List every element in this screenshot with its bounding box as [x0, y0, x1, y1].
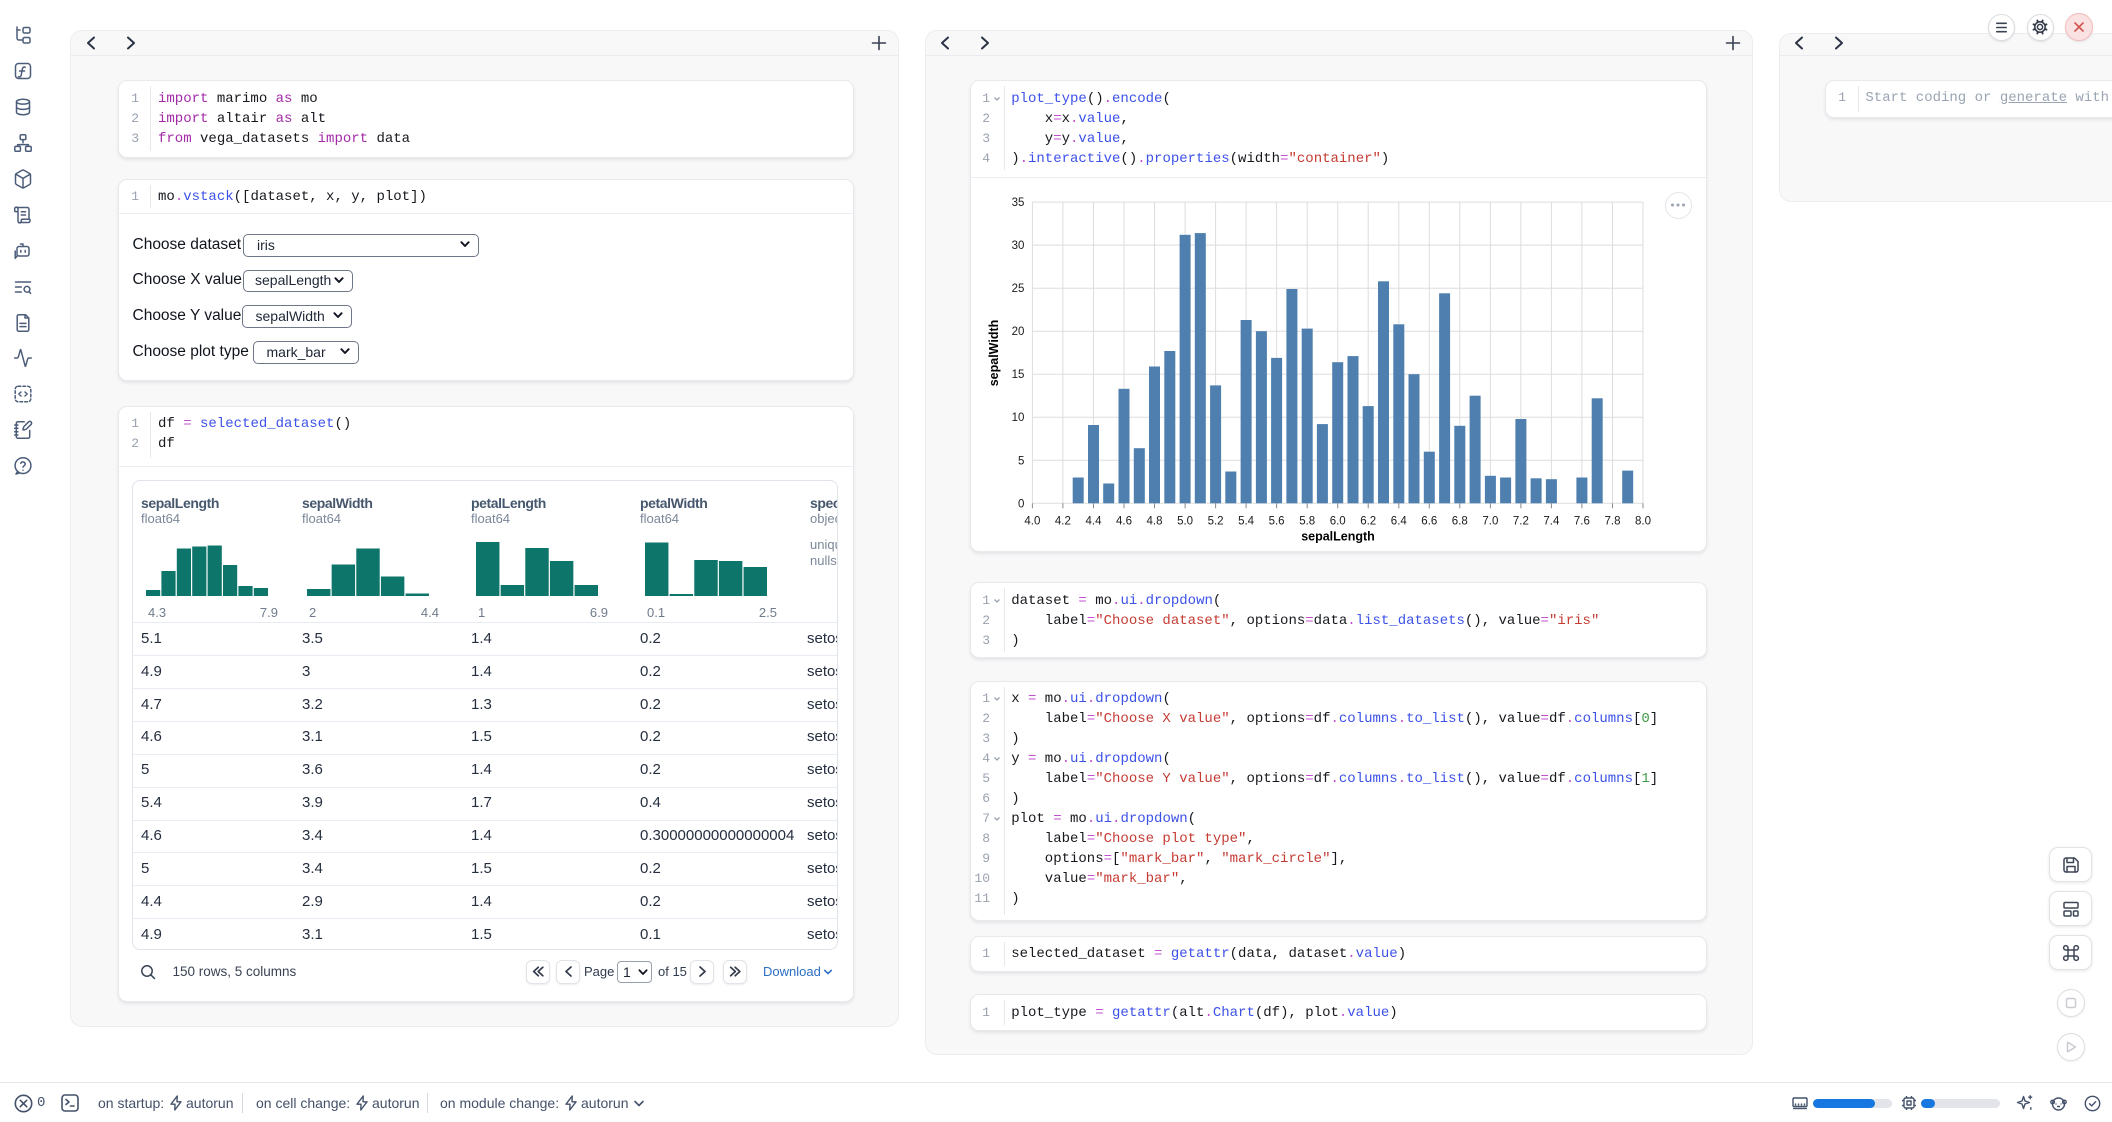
svg-text:30: 30	[1012, 240, 1025, 252]
svg-text:5.2: 5.2	[1208, 515, 1224, 527]
svg-text:6.4: 6.4	[1391, 515, 1408, 527]
svg-text:8.0: 8.0	[1635, 515, 1651, 527]
svg-text:5.6: 5.6	[1269, 515, 1285, 527]
svg-text:10: 10	[1012, 412, 1025, 424]
svg-text:sepalWidth: sepalWidth	[987, 320, 1001, 387]
svg-text:5.8: 5.8	[1299, 515, 1315, 527]
svg-text:6.6: 6.6	[1421, 515, 1437, 527]
svg-text:4.6: 4.6	[1116, 515, 1132, 527]
svg-text:35: 35	[1012, 197, 1025, 209]
svg-text:6.0: 6.0	[1330, 515, 1346, 527]
svg-text:7.6: 7.6	[1574, 515, 1590, 527]
svg-text:5.4: 5.4	[1238, 515, 1255, 527]
svg-text:7.0: 7.0	[1482, 515, 1498, 527]
svg-text:25: 25	[1012, 283, 1025, 295]
svg-text:7.4: 7.4	[1543, 515, 1560, 527]
svg-text:4.8: 4.8	[1147, 515, 1163, 527]
svg-text:15: 15	[1012, 369, 1025, 381]
svg-text:6.2: 6.2	[1360, 515, 1376, 527]
svg-text:7.8: 7.8	[1605, 515, 1621, 527]
svg-text:5: 5	[1018, 455, 1024, 467]
svg-text:0: 0	[1018, 498, 1024, 510]
svg-text:4.2: 4.2	[1055, 515, 1071, 527]
svg-text:5.0: 5.0	[1177, 515, 1193, 527]
svg-text:4.0: 4.0	[1024, 515, 1040, 527]
svg-text:20: 20	[1012, 326, 1025, 338]
svg-text:sepalLength: sepalLength	[1301, 529, 1375, 543]
svg-text:4.4: 4.4	[1086, 515, 1103, 527]
svg-text:7.2: 7.2	[1513, 515, 1529, 527]
svg-text:6.8: 6.8	[1452, 515, 1468, 527]
